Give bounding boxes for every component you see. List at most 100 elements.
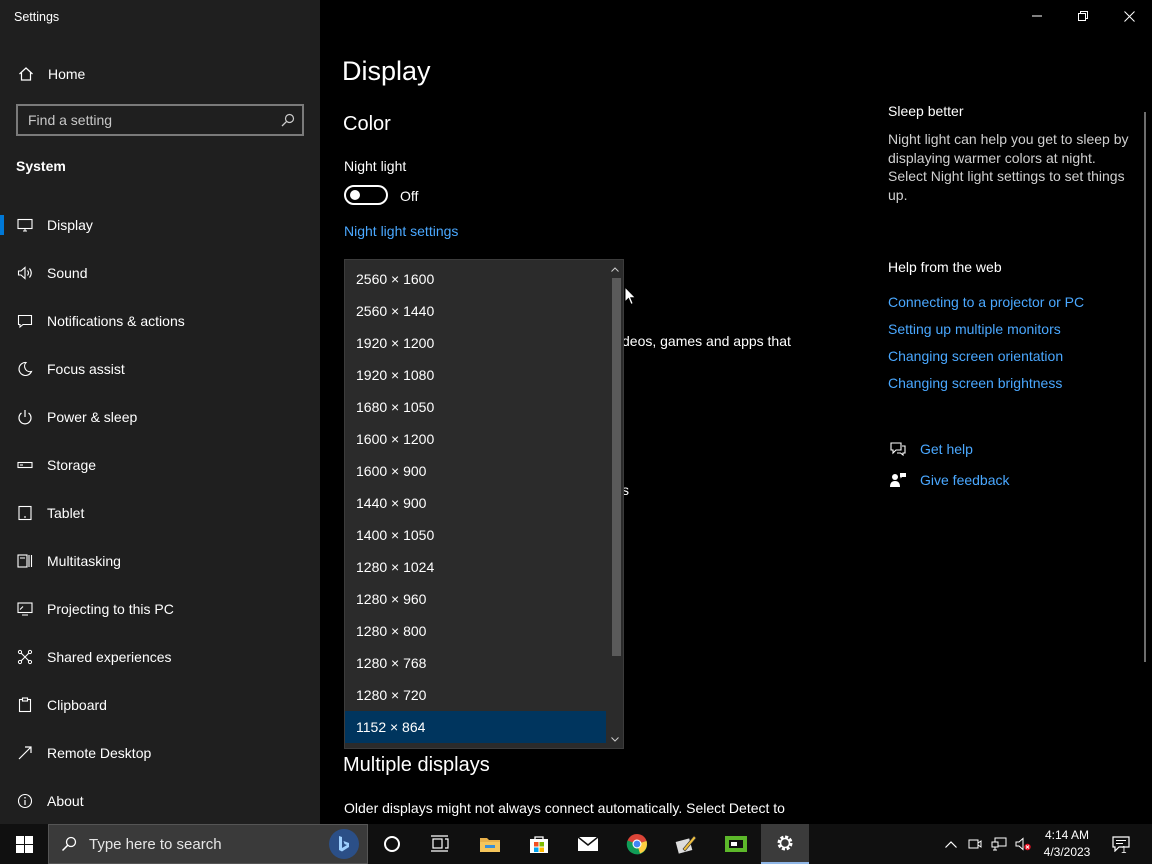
night-light-settings-link[interactable]: Night light settings (344, 223, 458, 239)
sidebar-item-label: Clipboard (47, 697, 107, 713)
give-feedback-link[interactable]: Give feedback (888, 472, 1010, 488)
dropdown-scrollbar[interactable] (606, 260, 623, 748)
cortana-icon[interactable] (368, 824, 416, 864)
bing-icon[interactable] (329, 829, 359, 859)
sidebar-item-remote-desktop[interactable]: Remote Desktop (0, 729, 320, 777)
sidebar-item-multitasking[interactable]: Multitasking (0, 537, 320, 585)
help-link-projector[interactable]: Connecting to a projector or PC (888, 294, 1084, 310)
sidebar-item-storage[interactable]: Storage (0, 441, 320, 489)
scroll-down-icon[interactable] (609, 733, 621, 745)
find-setting-search[interactable] (16, 104, 304, 136)
network-icon[interactable] (988, 824, 1010, 864)
sidebar-item-projecting[interactable]: Projecting to this PC (0, 585, 320, 633)
notepad-pen-icon[interactable] (662, 824, 710, 864)
sidebar-item-clipboard[interactable]: Clipboard (0, 681, 320, 729)
action-center-icon[interactable]: 1 (1106, 824, 1136, 864)
taskbar-search-input[interactable] (89, 835, 329, 853)
section-label-system: System (16, 158, 66, 174)
resolution-option[interactable]: 1920 × 1080 (345, 359, 607, 391)
sidebar-nav: Display Sound Notifications & actions Fo… (0, 201, 320, 825)
night-light-label: Night light (344, 158, 407, 174)
resolution-option[interactable]: 1280 × 768 (345, 647, 607, 679)
home-icon (16, 64, 36, 84)
sidebar-item-shared-experiences[interactable]: Shared experiences (0, 633, 320, 681)
sidebar-item-label: About (47, 793, 84, 809)
resolution-option[interactable]: 1600 × 1200 (345, 423, 607, 455)
help-link-brightness[interactable]: Changing screen brightness (888, 375, 1062, 391)
mail-icon[interactable] (564, 824, 612, 864)
home-link[interactable]: Home (16, 62, 85, 86)
sidebar-item-power-sleep[interactable]: Power & sleep (0, 393, 320, 441)
resolution-option[interactable]: 1920 × 1200 (345, 327, 607, 359)
scrollbar-thumb[interactable] (612, 278, 621, 656)
resolution-option-selected[interactable]: 1152 × 864 (345, 711, 607, 743)
media-app-icon[interactable] (712, 824, 760, 864)
resolution-dropdown-list[interactable]: 2560 × 1600 2560 × 1440 1920 × 1200 1920… (344, 259, 624, 749)
store-icon[interactable] (515, 824, 563, 864)
chevron-up-icon[interactable] (940, 824, 962, 864)
shared-experiences-icon (16, 648, 34, 666)
sidebar-item-label: Remote Desktop (47, 745, 152, 761)
sidebar-item-label: Tablet (47, 505, 85, 521)
resolution-option[interactable]: 2560 × 1600 (345, 263, 607, 295)
taskbar: 4:14 AM 4/3/2023 1 (0, 824, 1152, 864)
resolution-option[interactable]: 1440 × 900 (345, 487, 607, 519)
clock-time: 4:14 AM (1044, 828, 1090, 842)
sidebar-item-label: Shared experiences (47, 649, 172, 665)
sidebar-item-display[interactable]: Display (0, 201, 320, 249)
sidebar-item-tablet[interactable]: Tablet (0, 489, 320, 537)
file-explorer-icon[interactable] (466, 824, 514, 864)
remote-desktop-icon (16, 744, 34, 762)
color-heading: Color (343, 113, 391, 135)
close-button[interactable] (1106, 0, 1152, 32)
page-scrollbar[interactable] (1144, 112, 1146, 662)
resolution-option[interactable]: 1280 × 960 (345, 583, 607, 615)
sidebar-item-notifications[interactable]: Notifications & actions (0, 297, 320, 345)
resolution-option[interactable]: 1600 × 900 (345, 455, 607, 487)
resolution-option[interactable]: 1400 × 1050 (345, 519, 607, 551)
power-icon (16, 408, 34, 426)
help-link-multiple-monitors[interactable]: Setting up multiple monitors (888, 321, 1061, 337)
sidebar-item-about[interactable]: About (0, 777, 320, 825)
sidebar-item-label: Storage (47, 457, 97, 473)
speaker-icon (16, 264, 34, 282)
chrome-icon[interactable] (613, 824, 661, 864)
resolution-option[interactable]: 2560 × 1440 (345, 295, 607, 327)
feedback-icon (888, 472, 908, 488)
toggle-knob (350, 190, 360, 200)
volume-muted-icon[interactable] (1012, 824, 1034, 864)
meet-now-icon[interactable] (964, 824, 986, 864)
sidebar-item-label: Power & sleep (47, 409, 138, 425)
start-button[interactable] (0, 824, 48, 864)
monitor-icon (16, 216, 34, 234)
task-view-icon[interactable] (416, 824, 464, 864)
sidebar-item-sound[interactable]: Sound (0, 249, 320, 297)
night-light-toggle[interactable] (344, 185, 388, 205)
taskbar-search[interactable] (48, 824, 368, 864)
sidebar-item-label: Focus assist (47, 361, 125, 377)
mouse-cursor-icon (624, 285, 637, 311)
notification-count: 1 (1121, 845, 1127, 856)
system-clock[interactable]: 4:14 AM 4/3/2023 (1034, 827, 1100, 861)
page-title: Display (342, 56, 431, 86)
help-link-orientation[interactable]: Changing screen orientation (888, 348, 1063, 364)
get-help-link[interactable]: Get help (888, 441, 973, 457)
sleep-better-heading: Sleep better (888, 103, 964, 119)
restore-button[interactable] (1060, 0, 1106, 32)
clock-date: 4/3/2023 (1043, 845, 1091, 859)
search-input[interactable] (18, 112, 274, 128)
settings-taskbar-icon[interactable] (761, 824, 809, 864)
resolution-option[interactable]: 1280 × 1024 (345, 551, 607, 583)
search-icon[interactable] (274, 113, 302, 127)
sleep-better-text: Night light can help you get to sleep by… (888, 131, 1129, 203)
get-help-icon (888, 441, 908, 457)
storage-icon (16, 456, 34, 474)
resolution-option[interactable]: 1280 × 720 (345, 679, 607, 711)
scroll-up-icon[interactable] (609, 263, 621, 275)
sidebar-item-focus-assist[interactable]: Focus assist (0, 345, 320, 393)
resolution-option[interactable]: 1280 × 800 (345, 615, 607, 647)
minimize-button[interactable] (1014, 0, 1060, 32)
resolution-options: 2560 × 1600 2560 × 1440 1920 × 1200 1920… (345, 263, 607, 743)
sidebar-item-label: Display (47, 217, 93, 233)
resolution-option[interactable]: 1680 × 1050 (345, 391, 607, 423)
